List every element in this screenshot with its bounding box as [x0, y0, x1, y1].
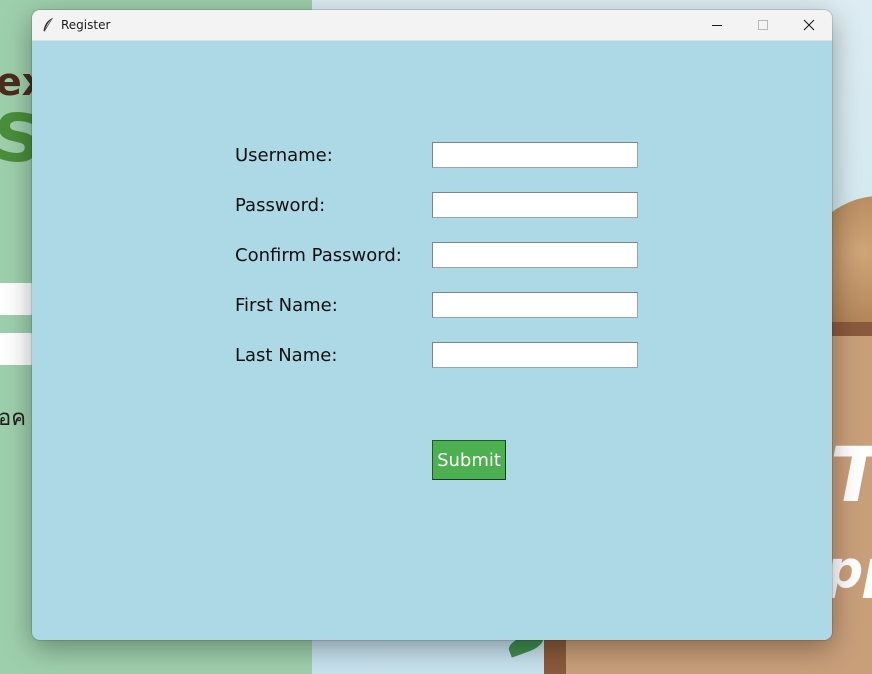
confirm-password-input[interactable] — [432, 242, 638, 268]
password-input[interactable] — [432, 192, 638, 218]
register-form: Username: Password: Confirm Password: Fi… — [32, 41, 832, 640]
username-input[interactable] — [432, 142, 638, 168]
background-white-text-1: Th — [830, 430, 872, 519]
background-input-1 — [0, 283, 34, 315]
window-title: Register — [61, 18, 111, 32]
feather-icon — [41, 17, 55, 33]
password-label: Password: — [235, 195, 326, 216]
first-name-input[interactable] — [432, 292, 638, 318]
close-icon — [803, 16, 815, 35]
first-name-label: First Name: — [235, 295, 338, 316]
background-input-2 — [0, 333, 34, 365]
maximize-button[interactable] — [740, 10, 786, 40]
minimize-icon — [711, 16, 723, 35]
background-white-text-2: pp — [826, 540, 872, 600]
close-button[interactable] — [786, 10, 832, 40]
username-label: Username: — [235, 145, 333, 166]
submit-button[interactable]: Submit — [432, 440, 506, 480]
last-name-input[interactable] — [432, 342, 638, 368]
confirm-password-label: Confirm Password: — [235, 245, 402, 266]
minimize-button[interactable] — [694, 10, 740, 40]
title-bar[interactable]: Register — [32, 10, 832, 41]
register-window: Register Username: Password: Confirm Pas… — [32, 10, 832, 640]
last-name-label: Last Name: — [235, 345, 338, 366]
background-thai-text: อค — [0, 406, 26, 431]
maximize-icon — [757, 16, 769, 35]
